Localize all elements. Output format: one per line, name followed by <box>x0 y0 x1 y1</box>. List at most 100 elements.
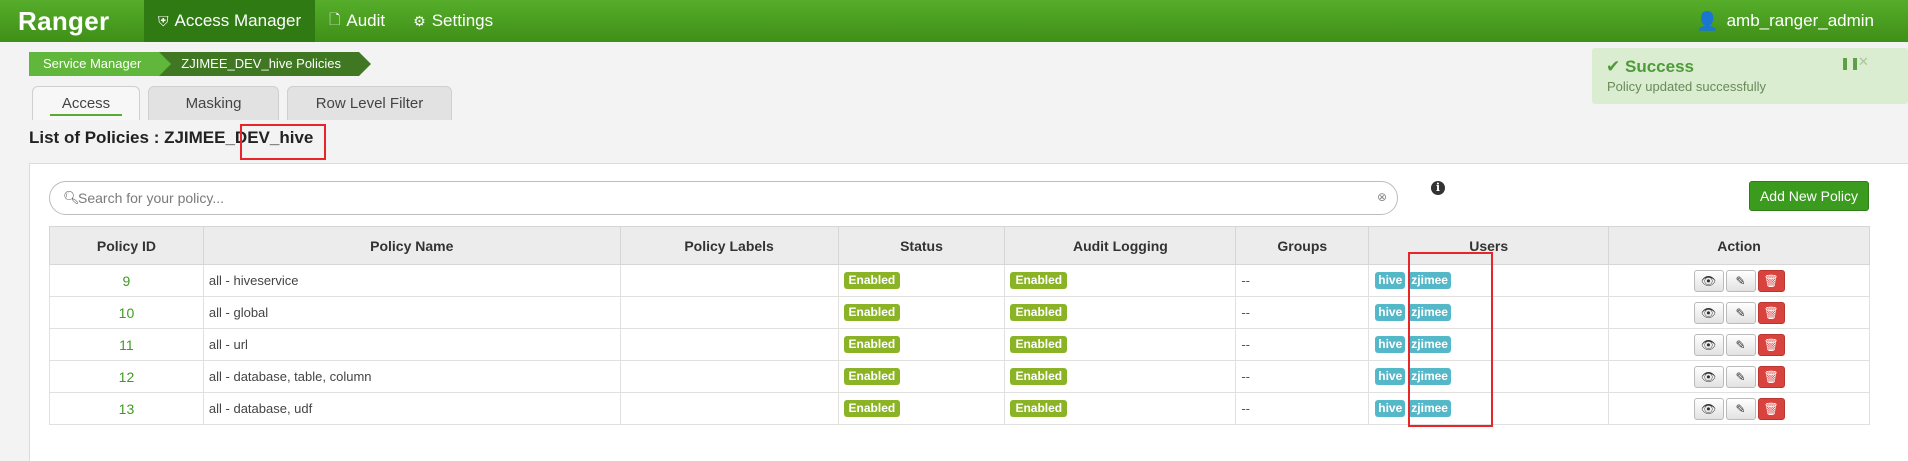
shield-icon: ⛨ <box>158 12 169 29</box>
view-button[interactable]: 👁︎ <box>1693 301 1724 324</box>
success-alert: ✔ Success Policy updated successfully ❚❚… <box>1592 48 1908 104</box>
nav-audit[interactable]: 🗋 Audit <box>315 0 399 42</box>
policy-labels <box>619 328 839 361</box>
header-policy-labels[interactable]: Policy Labels <box>619 226 839 265</box>
policy-id-link[interactable]: 10 <box>49 296 204 329</box>
user-badge-hive: hive <box>1375 272 1406 289</box>
edit-button[interactable]: ✎ <box>1725 397 1756 420</box>
edit-button[interactable]: ✎ <box>1725 301 1756 324</box>
tab-masking[interactable]: Masking <box>148 86 279 120</box>
view-button[interactable]: 👁︎ <box>1693 333 1724 356</box>
table-row: 13 all - database, udf Enabled Enabled -… <box>49 392 1870 425</box>
tab-access[interactable]: Access <box>32 86 140 120</box>
alert-title: ✔ Success <box>1606 57 1694 77</box>
policy-name: all - hiveservice <box>202 264 621 297</box>
tab-masking-label: Masking <box>185 95 242 112</box>
gear-icon: ⚙ <box>413 12 426 29</box>
search-input[interactable] <box>78 188 1348 208</box>
groups-value: -- <box>1235 296 1370 329</box>
policy-name: all - database, udf <box>202 392 621 425</box>
user-icon: 👤 <box>1696 10 1719 31</box>
audit-badge: Enabled <box>1010 304 1068 321</box>
nav-access-manager[interactable]: ⛨ Access Manager <box>144 0 316 42</box>
user-badge-hive: hive <box>1375 304 1406 321</box>
policy-labels <box>619 392 839 425</box>
status-badge: Enabled <box>843 304 901 321</box>
alert-title-text: Success <box>1624 57 1694 76</box>
active-tab-indicator <box>50 114 122 116</box>
policy-name: all - global <box>202 296 621 329</box>
table-row: 9 all - hiveservice Enabled Enabled -- h… <box>49 264 1870 297</box>
alert-message: Policy updated successfully <box>1607 79 1766 94</box>
policy-id-link[interactable]: 9 <box>49 264 204 297</box>
header-groups[interactable]: Groups <box>1235 226 1370 265</box>
policy-name: all - url <box>202 328 621 361</box>
view-button[interactable]: 👁︎ <box>1693 269 1724 292</box>
policy-tabs: Access Masking Row Level Filter <box>32 86 460 120</box>
groups-value: -- <box>1235 360 1370 393</box>
audit-badge: Enabled <box>1010 400 1068 417</box>
delete-button[interactable]: 🗑︎ <box>1757 397 1785 420</box>
add-new-policy-button[interactable]: Add New Policy <box>1749 181 1869 211</box>
edit-button[interactable]: ✎ <box>1725 365 1756 388</box>
tab-access-label: Access <box>61 95 111 112</box>
delete-button[interactable]: 🗑︎ <box>1757 301 1785 324</box>
groups-value: -- <box>1235 328 1370 361</box>
nav-access-manager-label: Access Manager <box>174 11 302 30</box>
close-icon[interactable]: ✕ <box>1858 54 1869 70</box>
brand-logo[interactable]: Ranger <box>18 6 144 37</box>
nav-audit-label: Audit <box>346 11 386 30</box>
view-button[interactable]: 👁︎ <box>1693 365 1724 388</box>
delete-button[interactable]: 🗑︎ <box>1757 333 1785 356</box>
info-icon[interactable]: i <box>1431 181 1445 195</box>
policy-labels <box>619 360 839 393</box>
top-navbar: Ranger ⛨ Access Manager 🗋 Audit ⚙ Settin… <box>0 0 1908 42</box>
header-audit-logging[interactable]: Audit Logging <box>1004 226 1237 265</box>
table-row: 10 all - global Enabled Enabled -- hive z… <box>49 296 1870 329</box>
check-circle-icon: ✔ <box>1606 57 1621 76</box>
edit-button[interactable]: ✎ <box>1725 333 1756 356</box>
user-badge-hive: hive <box>1375 336 1406 353</box>
nav-settings-label: Settings <box>431 11 494 30</box>
audit-badge: Enabled <box>1010 336 1068 353</box>
header-policy-id[interactable]: Policy ID <box>49 226 204 265</box>
header-action: Action <box>1608 226 1870 265</box>
breadcrumb-service-manager[interactable]: Service Manager <box>29 52 172 76</box>
user-menu[interactable]: 👤 amb_ranger_admin <box>1696 0 1874 42</box>
header-status[interactable]: Status <box>837 226 1006 265</box>
user-badge-hive: hive <box>1375 368 1406 385</box>
status-badge: Enabled <box>843 400 901 417</box>
search-bar[interactable]: 🔍︎ ⊗ <box>49 181 1398 215</box>
table-row: 11 all - url Enabled Enabled -- hive zjim… <box>49 328 1870 361</box>
policy-id-link[interactable]: 12 <box>49 360 204 393</box>
groups-value: -- <box>1235 392 1370 425</box>
document-icon: 🗋 <box>329 11 341 27</box>
view-button[interactable]: 👁︎ <box>1693 397 1724 420</box>
nav-settings[interactable]: ⚙ Settings <box>399 0 507 42</box>
highlight-box-users <box>1408 252 1493 427</box>
highlight-box-service-name <box>240 124 326 160</box>
status-badge: Enabled <box>843 272 901 289</box>
policy-table: Policy ID Policy Name Policy Labels Stat… <box>49 226 1870 425</box>
policy-id-link[interactable]: 11 <box>49 328 204 361</box>
delete-button[interactable]: 🗑︎ <box>1757 269 1785 292</box>
clear-search-icon[interactable]: ⊗ <box>1377 190 1387 204</box>
tab-row-level-filter[interactable]: Row Level Filter <box>287 86 452 120</box>
header-policy-name[interactable]: Policy Name <box>202 226 621 265</box>
status-badge: Enabled <box>843 368 901 385</box>
policy-id-link[interactable]: 13 <box>49 392 204 425</box>
user-name: amb_ranger_admin <box>1726 11 1874 30</box>
policy-labels <box>619 264 839 297</box>
breadcrumb: Service Manager ZJIMEE_DEV_hive Policies <box>29 52 371 76</box>
user-badge-hive: hive <box>1375 400 1406 417</box>
policy-labels <box>619 296 839 329</box>
breadcrumb-current-policies[interactable]: ZJIMEE_DEV_hive Policies <box>159 52 371 76</box>
audit-badge: Enabled <box>1010 368 1068 385</box>
status-badge: Enabled <box>843 336 901 353</box>
audit-badge: Enabled <box>1010 272 1068 289</box>
tab-row-level-filter-label: Row Level Filter <box>315 95 424 112</box>
groups-value: -- <box>1235 264 1370 297</box>
delete-button[interactable]: 🗑︎ <box>1757 365 1785 388</box>
table-row: 12 all - database, table, column Enabled… <box>49 360 1870 393</box>
edit-button[interactable]: ✎ <box>1725 269 1756 292</box>
